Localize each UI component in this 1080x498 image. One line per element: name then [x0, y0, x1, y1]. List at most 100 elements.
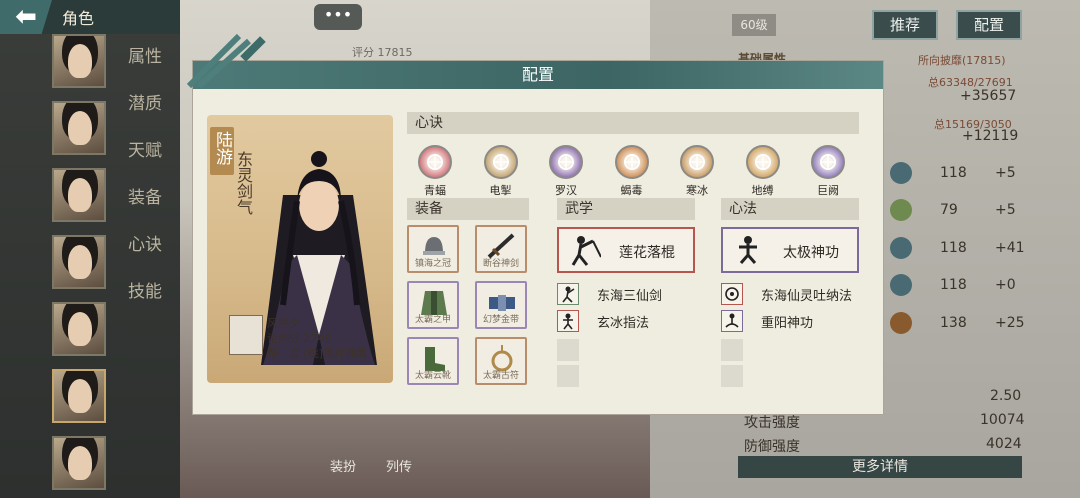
wuxue-main-slot[interactable]: 莲花落棍: [557, 227, 695, 273]
stat-value: 2.50: [990, 388, 1022, 404]
tab-zhuangban[interactable]: 装扮: [330, 456, 356, 475]
character-avatar-selected[interactable]: [52, 369, 106, 423]
skill-row: 118 +41: [890, 237, 1060, 263]
config-button[interactable]: 配置: [956, 10, 1022, 40]
xinfa-sub-slot[interactable]: 重阳神功: [721, 310, 871, 332]
menu-item-xinjue[interactable]: 心诀: [118, 228, 178, 275]
xinfa-sub-slot[interactable]: 东海仙灵吐纳法: [721, 283, 871, 305]
skill-level: 118: [940, 277, 967, 293]
equip-slot-talisman[interactable]: 太霸古符: [475, 337, 527, 385]
top-bar: ⬅ 角色: [0, 0, 180, 34]
attack-label: 攻击强度: [744, 415, 800, 431]
gain-stat-2: +12119: [962, 128, 1019, 144]
character-card: 陆游 东灵剑气 风晚夕 论剑分 2746 帮 会 [桃]落月摇情: [207, 115, 393, 383]
skill-row: 138 +25: [890, 312, 1060, 338]
recommend-button[interactable]: 推荐: [872, 10, 938, 40]
owner-name: 风晚夕: [267, 317, 300, 330]
menu-item-potential[interactable]: 潜质: [118, 87, 178, 134]
skill-icon: [890, 237, 912, 259]
menu-item-talent[interactable]: 天赋: [118, 134, 178, 181]
character-avatar[interactable]: [52, 235, 106, 289]
finger-stance-icon: [557, 310, 579, 332]
xinjue-header: 心诀: [407, 112, 859, 134]
skill-row: 118 +0: [890, 274, 1060, 300]
owner-info: 风晚夕 论剑分 2746 帮 会 [桃]落月摇情: [229, 315, 389, 375]
equip-slot-boots[interactable]: 太霸云靴: [407, 337, 459, 385]
equip-label: 镇海之冠: [414, 259, 451, 269]
wuxue-sub-slot[interactable]: 东海三仙剑: [557, 283, 695, 305]
sword-decoration-icon: [186, 33, 266, 89]
character-avatar[interactable]: [52, 34, 106, 88]
guild-name: 帮 会 [桃]落月摇情: [267, 347, 368, 360]
equip-slot-armor[interactable]: 太霸之甲: [407, 281, 459, 329]
page-title: 角色: [62, 9, 95, 28]
more-details-button[interactable]: 更多详情: [738, 456, 1022, 478]
xinjue-label: 电掣: [489, 184, 512, 197]
menu-item-equipment[interactable]: 装备: [118, 181, 178, 228]
xinfa-main-slot[interactable]: 太极神功: [721, 227, 859, 273]
character-avatar[interactable]: [52, 101, 106, 155]
menu-item-attributes[interactable]: 属性: [118, 40, 178, 87]
xinfa-header: 心法: [721, 198, 859, 220]
empty-wuxue-slot[interactable]: [557, 365, 579, 387]
xinjue-slot[interactable]: 罗汉: [540, 145, 592, 198]
defense-value: 4024: [986, 436, 1022, 452]
empty-xinfa-slot[interactable]: [721, 365, 743, 387]
config-modal: 配置 陆游 东灵剑气 风晚夕 论剑分 2746 帮 会 [桃]落月摇情 心诀 装…: [186, 33, 884, 415]
skill-bonus: +25: [995, 315, 1025, 331]
xinjue-slot[interactable]: 蝎毒: [606, 145, 658, 198]
xinfa-sub-label: 重阳神功: [761, 316, 814, 331]
lotus-icon: [721, 310, 743, 332]
equip-label: 太霸之甲: [414, 315, 451, 325]
xinjue-label: 地缚: [751, 184, 774, 197]
equip-label: 断谷神剑: [482, 259, 519, 269]
breathing-icon: [721, 283, 743, 305]
skill-icon: [890, 312, 912, 334]
lightning-icon: [483, 145, 518, 179]
skill-icon: [890, 162, 912, 184]
chat-bubble-icon[interactable]: •••: [314, 4, 362, 30]
character-avatar[interactable]: [52, 436, 106, 490]
skill-level: 118: [940, 165, 967, 181]
modal-title: 配置: [193, 61, 883, 89]
wuxue-header: 武学: [557, 198, 695, 220]
character-avatar[interactable]: [52, 168, 106, 222]
character-list: [52, 34, 106, 498]
skill-level: 118: [940, 240, 967, 256]
empty-wuxue-slot[interactable]: [557, 339, 579, 361]
xinjue-label: 蝎毒: [620, 184, 643, 197]
xinjue-label: 罗汉: [555, 184, 577, 197]
skill-icon: [890, 274, 912, 296]
skill-level: 79: [940, 202, 958, 218]
wuxue-sub-slot[interactable]: 玄冰指法: [557, 310, 695, 332]
level-badge: 60级: [732, 14, 776, 36]
wuxue-sub-label: 玄冰指法: [597, 316, 650, 331]
equip-slot-helmet[interactable]: 镇海之冠: [407, 225, 459, 273]
skill-icon: [890, 199, 912, 221]
wuxue-sub-label: 东海三仙剑: [597, 289, 663, 304]
owner-avatar[interactable]: [229, 315, 263, 355]
menu-item-skills[interactable]: 技能: [118, 275, 178, 322]
xinjue-slot[interactable]: 青蝠: [409, 145, 461, 198]
xinjue-slot[interactable]: 巨阙: [802, 145, 854, 198]
equip-label: 太霸云靴: [414, 371, 451, 381]
equip-slot-belt[interactable]: 幻梦金带: [475, 281, 527, 329]
xinjue-label: 寒冰: [686, 184, 708, 197]
skill-bonus: +5: [995, 165, 1016, 181]
xinjue-slot[interactable]: 地缚: [737, 145, 789, 198]
equip-slot-weapon[interactable]: 断谷神剑: [475, 225, 527, 273]
xinjue-slot[interactable]: 电掣: [475, 145, 527, 198]
tab-liezhuan[interactable]: 列传: [386, 456, 412, 475]
empty-xinfa-slot[interactable]: [721, 339, 743, 361]
back-arrow-icon[interactable]: ⬅: [0, 0, 52, 34]
earth-bind-icon: [745, 145, 780, 179]
skill-bonus: +41: [995, 240, 1025, 256]
character-avatar[interactable]: [52, 302, 106, 356]
xinjue-slot[interactable]: 寒冰: [671, 145, 723, 198]
equip-header: 装备: [407, 198, 529, 220]
skill-row: 118 +5: [890, 162, 1060, 188]
sword-stance-icon: [557, 283, 579, 305]
skill-bonus: +0: [995, 277, 1016, 293]
wuxue-main-label: 莲花落棍: [619, 245, 675, 261]
skill-row: 79 +5: [890, 199, 1060, 225]
